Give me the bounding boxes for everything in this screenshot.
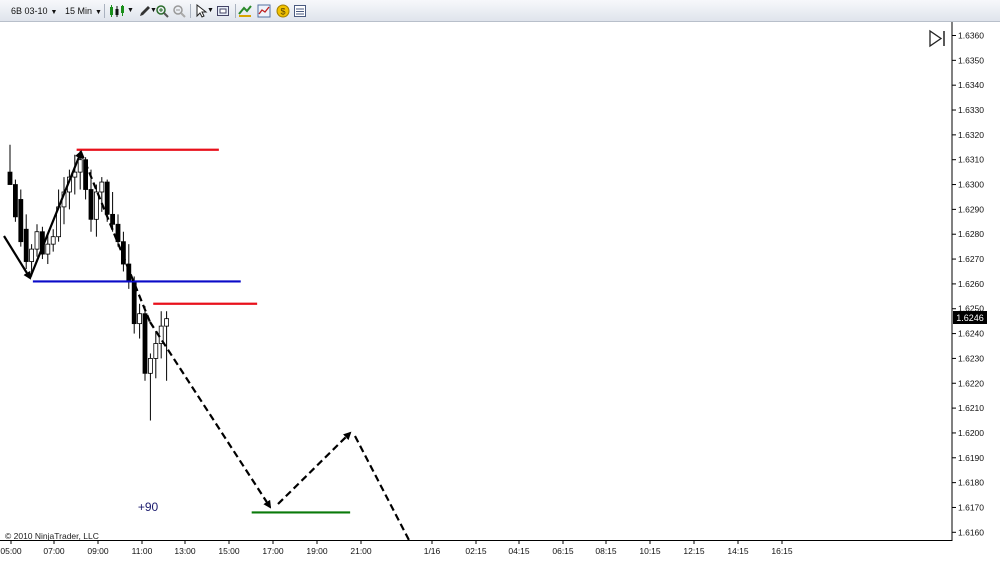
candlestick-style-icon[interactable] [108, 4, 126, 18]
time-tick-label: 11:00 [132, 546, 153, 556]
price-tick-label: 1.6180 [958, 478, 984, 488]
cursor-pointer-icon[interactable] [194, 4, 208, 18]
toolbar-divider [190, 4, 191, 18]
candle-body-up [99, 181, 105, 193]
properties-icon[interactable] [293, 4, 307, 18]
time-tick-label: 12:15 [683, 546, 705, 556]
time-tick-label: 10:15 [639, 546, 661, 556]
price-axis: 1.6360 1.6350 1.6340 1.6330 1.6320 1.6310 1.63… [952, 31, 984, 537]
candle-body-down [23, 228, 29, 262]
price-tick-label: 1.6170 [958, 502, 984, 512]
price-chart: 1.6360 1.6350 1.6340 1.6330 1.6320 1.6310 1.63… [0, 22, 987, 556]
candle-body-down [142, 313, 148, 374]
time-tick-label: 19:00 [306, 546, 328, 556]
candle-body-up [77, 159, 83, 173]
time-tick-label: 13:00 [174, 546, 196, 556]
price-tick-label: 1.6260 [958, 279, 984, 289]
zoom-out-icon[interactable] [172, 4, 186, 18]
time-tick-label: 06:15 [552, 546, 574, 556]
time-axis: 05:00 07:00 09:00 11:00 13:00 15:00 17:00 19:00… [0, 540, 793, 556]
candle-body-down [121, 241, 126, 265]
time-tick-label: 04:15 [508, 546, 530, 556]
candle-body-up [50, 236, 56, 245]
chevron-down-icon[interactable]: ▼ [127, 3, 134, 19]
profit-annotation-label: +90 [138, 500, 159, 514]
order-entry-icon[interactable] [238, 4, 252, 18]
price-tick-label: 1.6190 [958, 453, 984, 463]
price-tick-label: 1.6350 [958, 55, 984, 65]
zoom-in-icon[interactable] [155, 4, 169, 18]
candle-body-up [137, 313, 143, 325]
candle-body-down [18, 199, 24, 243]
candle-body-up [147, 358, 153, 374]
time-tick-label: 21:00 [350, 546, 372, 556]
time-tick-label: 07:00 [43, 546, 65, 556]
last-price-label: 1.6246 [956, 313, 984, 323]
price-tick-label: 1.6300 [958, 180, 984, 190]
price-tick-label: 1.6280 [958, 229, 984, 239]
chevron-down-icon[interactable]: ▼ [207, 3, 214, 19]
toolbar-divider [104, 4, 105, 18]
price-tick-label: 1.6320 [958, 130, 984, 140]
price-tick-label: 1.6270 [958, 254, 984, 264]
copyright-notice: © 2010 NinjaTrader, LLC [5, 531, 99, 541]
price-tick-label: 1.6290 [958, 204, 984, 214]
instrument-selector[interactable]: 6B 03-10 ▼ [8, 3, 60, 19]
time-tick-label: 16:15 [771, 546, 793, 556]
interval-selector[interactable]: 15 Min ▼ [62, 3, 105, 19]
price-marker: 1.6246 [953, 311, 987, 324]
instrument-label: 6B 03-10 [11, 6, 48, 16]
time-tick-label: 09:00 [87, 546, 109, 556]
interval-label: 15 Min [65, 6, 93, 16]
price-tick-label: 1.6360 [958, 31, 984, 41]
price-tick-label: 1.6330 [958, 105, 984, 115]
toolbar-divider [235, 4, 236, 18]
time-tick-label: 17:00 [262, 546, 284, 556]
candle-body-up [45, 243, 51, 255]
candle-body-up [34, 231, 40, 250]
time-tick-label: 05:00 [0, 546, 22, 556]
data-box-icon[interactable] [216, 4, 230, 18]
time-tick-label: 02:15 [465, 546, 487, 556]
time-tick-label: 14:15 [727, 546, 749, 556]
price-tick-label: 1.6230 [958, 353, 984, 363]
candle-body-up [29, 248, 35, 262]
candle-body-up [153, 343, 159, 359]
candle-body-down [88, 189, 94, 220]
chevron-down-icon: ▼ [95, 9, 102, 16]
price-tick-label: 1.6340 [958, 80, 984, 90]
price-tick-label: 1.6210 [958, 403, 984, 413]
price-tick-label: 1.6240 [958, 329, 984, 339]
candle-body-up [164, 318, 170, 327]
candle-body-down [7, 171, 13, 185]
candle-body-down [12, 184, 18, 218]
price-tick-label: 1.6310 [958, 155, 984, 165]
strategy-icon[interactable]: $ [276, 4, 290, 18]
candle-body-down [110, 213, 115, 225]
chart-toolbar: 6B 03-10 ▼ 15 Min ▼ ▼ ▼ ▼ $ [0, 0, 1000, 22]
svg-text:$: $ [280, 7, 285, 17]
candle-body-down [104, 181, 110, 215]
price-tick-label: 1.6200 [958, 428, 984, 438]
time-tick-label: 15:00 [218, 546, 240, 556]
chevron-down-icon: ▼ [50, 9, 58, 16]
time-tick-label: 08:15 [595, 546, 617, 556]
price-tick-label: 1.6220 [958, 378, 984, 388]
indicators-icon[interactable] [257, 4, 271, 18]
price-tick-label: 1.6160 [958, 527, 984, 537]
time-tick-label: 1/16 [424, 546, 441, 556]
